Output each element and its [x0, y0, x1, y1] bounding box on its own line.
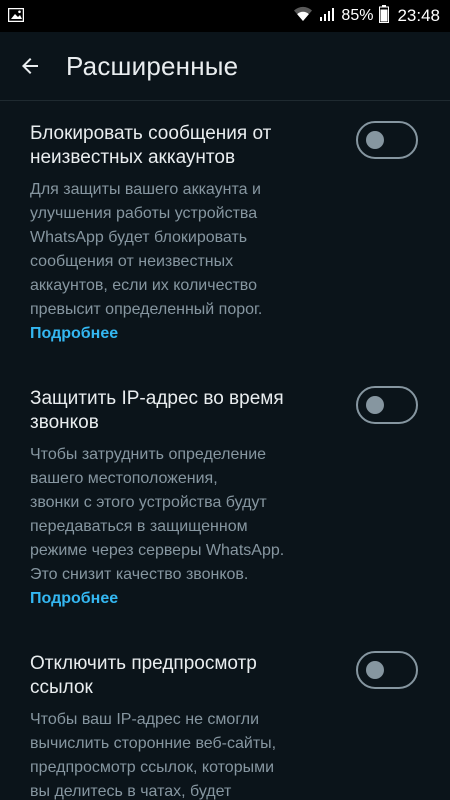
desc-line: вашего местоположения, — [30, 470, 218, 487]
toggle-thumb — [366, 661, 384, 679]
desc-line: звонки с этого устройства будут — [30, 494, 267, 511]
block-unknown-accounts-toggle[interactable] — [356, 121, 418, 159]
desc-line: Это снизит качество звонков. — [30, 566, 249, 583]
desc-line: сообщения от неизвестных — [30, 253, 234, 270]
back-button[interactable] — [14, 50, 46, 82]
desc-line: вычислить сторонние веб-сайты, — [30, 735, 277, 752]
disable-link-previews-toggle[interactable] — [356, 651, 418, 689]
setting-description: Чтобы ваш IP-адрес не смогли вычислить с… — [30, 708, 330, 800]
desc-line: вы делитесь в чатах, будет — [30, 783, 232, 800]
signal-icon — [319, 6, 335, 27]
desc-line: WhatsApp будет блокировать — [30, 229, 248, 246]
toggle-thumb — [366, 396, 384, 414]
desc-line: превысит определенный порог. — [30, 301, 263, 318]
learn-more-link[interactable]: Подробнее — [30, 587, 118, 611]
status-bar: 85% 23:48 — [0, 0, 450, 32]
status-time: 23:48 — [397, 6, 440, 25]
setting-title: Отключить предпросмотр ссылок — [30, 652, 330, 700]
screen: 85% 23:48 Расширенные Блокировать сообще… — [0, 0, 450, 800]
desc-line: Для защиты вашего аккаунта и — [30, 181, 261, 198]
status-icons: 85% 23:48 — [293, 0, 440, 32]
arrow-left-icon — [22, 58, 38, 74]
battery-icon — [379, 4, 390, 28]
setting-description: Для защиты вашего аккаунта и улучшения р… — [30, 178, 330, 322]
desc-line: Чтобы затруднить определение — [30, 446, 267, 463]
wifi-icon — [293, 6, 313, 27]
desc-line: Чтобы ваш IP-адрес не смогли — [30, 711, 260, 728]
desc-line: передаваться в защищенном — [30, 518, 248, 535]
learn-more-link[interactable]: Подробнее — [30, 322, 118, 346]
desc-line: режиме через серверы WhatsApp. — [30, 542, 285, 559]
desc-line: аккаунтов, если их количество — [30, 277, 258, 294]
title-line: ссылок — [30, 677, 93, 698]
desc-line: улучшения работы устройства — [30, 205, 258, 222]
title-line: звонков — [30, 412, 99, 433]
title-line: неизвестных аккаунтов — [30, 147, 236, 168]
protect-ip-calls-toggle[interactable] — [356, 386, 418, 424]
title-line: Отключить предпросмотр — [30, 653, 257, 674]
setting-title: Защитить IP-адрес во время звонков — [30, 387, 330, 435]
title-line: Защитить IP-адрес во время — [30, 388, 284, 409]
toggle-thumb — [366, 131, 384, 149]
setting-title: Блокировать сообщения от неизвестных акк… — [30, 122, 330, 170]
desc-line: предпросмотр ссылок, которыми — [30, 759, 275, 776]
title-line: Блокировать сообщения от — [30, 123, 272, 144]
battery-percent: 85% — [341, 7, 374, 24]
gallery-icon — [7, 7, 25, 27]
setting-description: Чтобы затруднить определение вашего мест… — [30, 443, 330, 587]
app-bar: Расширенные — [0, 32, 450, 101]
page-title: Расширенные — [66, 51, 239, 81]
